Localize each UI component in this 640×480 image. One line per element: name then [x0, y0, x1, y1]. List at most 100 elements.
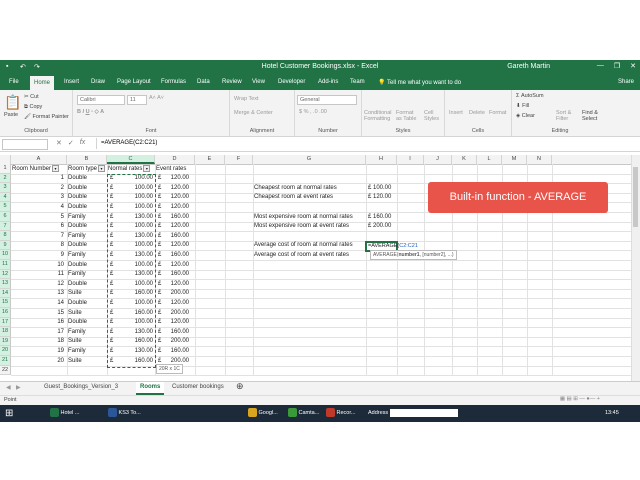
- user-name[interactable]: Gareth Martin: [507, 63, 550, 70]
- room-type-cell[interactable]: Double: [68, 241, 106, 251]
- row-header[interactable]: 20: [0, 346, 11, 356]
- sheet-nav-next[interactable]: ▶: [16, 384, 21, 391]
- column-header-b[interactable]: B: [67, 155, 107, 164]
- taskbar-item-recorder[interactable]: Recor...: [326, 407, 355, 420]
- taskbar-item-word[interactable]: KS3 To...: [108, 407, 141, 420]
- room-number-cell[interactable]: 3: [12, 193, 64, 203]
- column-header-c[interactable]: C: [107, 155, 155, 164]
- room-number-cell[interactable]: 11: [12, 270, 64, 280]
- event-rate-cell[interactable]: 160.00: [165, 328, 189, 338]
- tab-developer[interactable]: Developer: [278, 79, 305, 85]
- column-header-h[interactable]: H: [366, 155, 397, 164]
- room-type-cell[interactable]: Double: [68, 261, 106, 271]
- room-type-cell[interactable]: Family: [68, 347, 106, 357]
- summary-value[interactable]: £ 120.00: [368, 193, 396, 203]
- cancel-icon[interactable]: ✕: [56, 139, 62, 147]
- column-header-a[interactable]: A: [11, 155, 67, 164]
- room-type-cell[interactable]: Double: [68, 222, 106, 232]
- insert-cells-button[interactable]: Insert: [449, 110, 463, 116]
- row-header[interactable]: 3: [0, 183, 11, 193]
- room-type-cell[interactable]: Double: [68, 174, 106, 184]
- column-header-e[interactable]: E: [195, 155, 225, 164]
- sheet-tab-guest-bookings[interactable]: Guest_Bookings_Version_3: [44, 384, 118, 390]
- room-type-cell[interactable]: Double: [68, 299, 106, 309]
- filter-dropdown-icon[interactable]: ▾: [143, 164, 151, 172]
- row-header[interactable]: 7: [0, 221, 11, 232]
- event-rate-cell[interactable]: 120.00: [165, 261, 189, 271]
- address-input[interactable]: [390, 409, 458, 417]
- vertical-scrollbar[interactable]: [631, 155, 640, 381]
- column-header-i[interactable]: I: [397, 155, 424, 164]
- event-rate-cell[interactable]: 120.00: [165, 241, 189, 251]
- font-size-buttons[interactable]: A˄ A˅: [149, 95, 164, 101]
- room-type-cell[interactable]: Double: [68, 280, 106, 290]
- event-rate-cell[interactable]: 160.00: [165, 213, 189, 223]
- room-number-cell[interactable]: 17: [12, 328, 64, 338]
- room-number-cell[interactable]: 14: [12, 299, 64, 309]
- room-number-cell[interactable]: 19: [12, 347, 64, 357]
- room-type-cell[interactable]: Double: [68, 193, 106, 203]
- minimize-icon[interactable]: —: [597, 62, 604, 70]
- row-header[interactable]: 15: [0, 298, 11, 308]
- summary-label[interactable]: Average cost of room at normal rates: [254, 241, 364, 251]
- scrollbar-thumb[interactable]: [633, 167, 638, 227]
- room-number-cell[interactable]: 15: [12, 309, 64, 319]
- room-type-cell[interactable]: Double: [68, 318, 106, 328]
- sheet-tab-customer-bookings[interactable]: Customer bookings: [172, 384, 224, 390]
- row-header[interactable]: 8: [0, 231, 11, 241]
- column-header-l[interactable]: L: [477, 155, 502, 164]
- number-format-select[interactable]: General: [297, 95, 357, 105]
- number-format-buttons[interactable]: $ % , .0 .00: [299, 109, 327, 115]
- taskbar-item-excel[interactable]: Hotel ...: [50, 407, 79, 420]
- summary-label[interactable]: Cheapest room at normal rates: [254, 184, 364, 194]
- cut-button[interactable]: ✂ Cut: [24, 94, 39, 100]
- summary-value[interactable]: £ 100.00: [368, 184, 396, 194]
- event-rate-cell[interactable]: 160.00: [165, 251, 189, 261]
- close-icon[interactable]: ✕: [630, 62, 636, 70]
- add-sheet-icon[interactable]: ⊕: [236, 381, 244, 392]
- event-rate-cell[interactable]: 120.00: [165, 222, 189, 232]
- summary-label[interactable]: Average cost of room at event rates: [254, 251, 364, 261]
- start-icon[interactable]: ⊞: [5, 407, 13, 420]
- tab-file[interactable]: File: [9, 79, 19, 85]
- row-header[interactable]: 5: [0, 202, 11, 212]
- font-size-select[interactable]: 11: [127, 95, 147, 105]
- event-rate-cell[interactable]: 120.00: [165, 280, 189, 290]
- summary-label[interactable]: Most expensive room at event rates: [254, 222, 364, 232]
- event-rate-cell[interactable]: 160.00: [165, 232, 189, 242]
- row-header[interactable]: 10: [0, 250, 11, 260]
- tab-page-layout[interactable]: Page Layout: [117, 79, 151, 85]
- header-cell-d[interactable]: Event rates: [156, 164, 194, 175]
- summary-label[interactable]: Cheapest room at event rates: [254, 193, 364, 203]
- event-rate-cell[interactable]: 120.00: [165, 299, 189, 309]
- row-header[interactable]: 1: [0, 164, 11, 174]
- paste-icon[interactable]: 📋: [4, 94, 21, 111]
- row-header[interactable]: 18: [0, 327, 11, 337]
- column-header-m[interactable]: M: [502, 155, 527, 164]
- column-header-n[interactable]: N: [527, 155, 552, 164]
- room-type-cell[interactable]: Family: [68, 328, 106, 338]
- restore-icon[interactable]: ❐: [614, 62, 620, 70]
- column-header-f[interactable]: F: [225, 155, 253, 164]
- tab-draw[interactable]: Draw: [91, 79, 105, 85]
- row-header[interactable]: 19: [0, 336, 11, 347]
- room-type-cell[interactable]: Family: [68, 213, 106, 223]
- event-rate-cell[interactable]: 120.00: [165, 174, 189, 184]
- column-header-k[interactable]: K: [452, 155, 477, 164]
- view-buttons[interactable]: ▦ ▤ ⊞ — ●— +: [560, 396, 600, 402]
- taskbar-item-chrome[interactable]: Googl...: [248, 407, 278, 420]
- room-number-cell[interactable]: 16: [12, 318, 64, 328]
- event-rate-cell[interactable]: 200.00: [165, 289, 189, 299]
- room-number-cell[interactable]: 4: [12, 203, 64, 213]
- share-button[interactable]: Share: [618, 79, 634, 85]
- room-number-cell[interactable]: 2: [12, 184, 64, 194]
- row-header[interactable]: 11: [0, 260, 11, 270]
- sheet-nav-prev[interactable]: ◀: [6, 384, 11, 391]
- summary-value[interactable]: £ 200.00: [368, 222, 396, 232]
- header-cell-a[interactable]: Room Number ▾: [12, 164, 66, 175]
- tab-home[interactable]: Home: [30, 76, 55, 90]
- row-header[interactable]: 21: [0, 356, 11, 366]
- event-rate-cell[interactable]: 120.00: [165, 318, 189, 328]
- event-rate-cell[interactable]: 200.00: [165, 309, 189, 319]
- tab-data[interactable]: Data: [197, 79, 210, 85]
